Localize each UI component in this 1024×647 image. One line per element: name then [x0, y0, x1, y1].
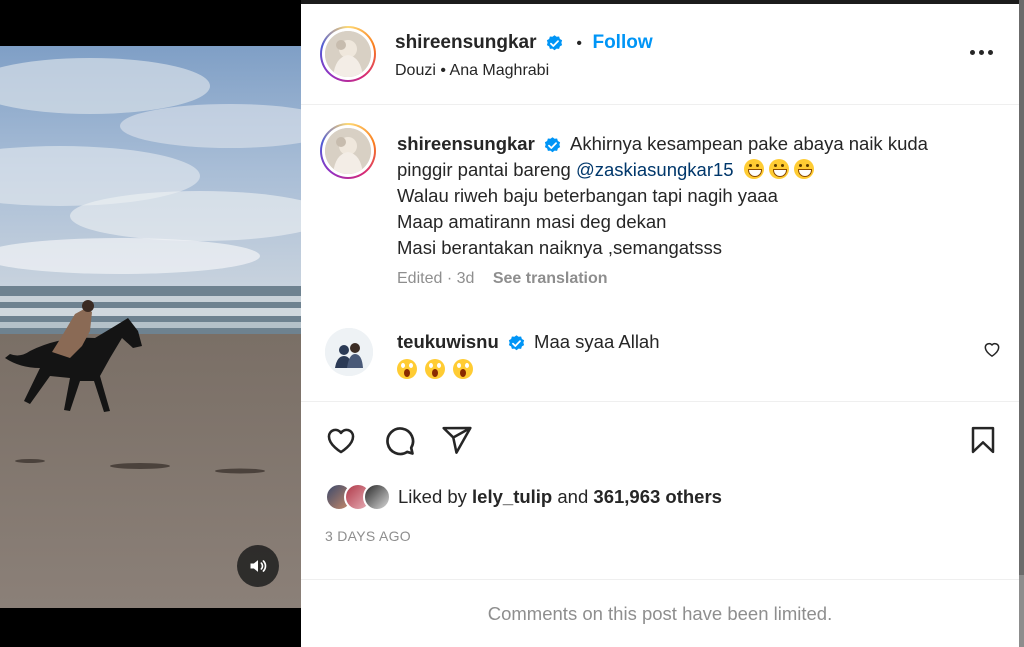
commenter-username[interactable]: teukuwisnu: [397, 331, 499, 352]
post-actions: Liked by lely_tulip and 361,963 others 3…: [301, 401, 1019, 580]
page-scrollbar[interactable]: [1019, 0, 1024, 575]
likes-connector: and: [557, 486, 589, 507]
caption-line-5: Masi berantakan naiknya ,semangatsss: [397, 237, 722, 258]
caption-line-4: Maap amatirann masi deg dekan: [397, 211, 667, 232]
verified-badge-icon: [546, 35, 563, 51]
post-details-panel: shireensungkar • Follow Douzi • Ana Magh…: [301, 4, 1019, 647]
commenter-avatar[interactable]: [325, 328, 373, 376]
comment-emojis: [397, 359, 473, 381]
likes-text: Liked by lely_tulip and 361,963 others: [398, 486, 722, 508]
post-media: [0, 0, 301, 647]
caption-meta: Edited · 3d See translation: [397, 270, 608, 288]
likes-summary: Liked by lely_tulip and 361,963 others: [325, 482, 722, 512]
grinning-squinting-face-icon: [743, 159, 764, 179]
see-translation-button[interactable]: See translation: [493, 270, 608, 287]
comment-like-heart-icon[interactable]: [982, 339, 1002, 359]
bookmark-icon: [971, 426, 995, 454]
audio-icon: [250, 560, 267, 572]
comments-limited-notice: Comments on this post have been limited.: [301, 579, 1019, 647]
comment-button[interactable]: [381, 422, 417, 458]
post-timestamp[interactable]: 3 DAYS AGO: [325, 528, 411, 544]
caption-line-3: Walau riweh baju beterbangan tapi nagih …: [397, 185, 778, 206]
more-options-icon: [969, 49, 975, 55]
follow-button[interactable]: Follow: [592, 32, 652, 53]
more-options-button[interactable]: [966, 39, 996, 65]
comment-text: Maa syaa Allah: [534, 331, 660, 352]
header-separator: •: [576, 35, 583, 52]
comments-section[interactable]: shireensungkar Akhirnya kesampean pake a…: [301, 105, 1019, 401]
caption-line-1: Akhirnya kesampean pake abaya naik kuda: [570, 133, 928, 154]
audio-toggle-button[interactable]: [237, 545, 279, 587]
comment-item: teukuwisnu Maa syaa Allah: [301, 325, 1019, 385]
audio-attribution[interactable]: Douzi • Ana Maghrabi: [395, 62, 549, 80]
mention-link[interactable]: @zaskiasungkar15: [576, 159, 734, 180]
backdrop-edge: [1019, 0, 1024, 647]
verified-badge-icon: [508, 334, 525, 350]
post-caption: shireensungkar Akhirnya kesampean pake a…: [397, 131, 987, 261]
save-button[interactable]: [965, 422, 1001, 458]
video-player[interactable]: [0, 46, 301, 608]
author-username[interactable]: shireensungkar: [395, 32, 537, 53]
grinning-squinting-face-icon: [793, 159, 814, 179]
liker-username[interactable]: lely_tulip: [472, 486, 552, 507]
verified-badge-icon: [544, 136, 561, 152]
face-screaming-in-fear-icon: [453, 359, 473, 379]
likes-count[interactable]: 361,963 others: [593, 486, 722, 507]
post-header: shireensungkar • Follow Douzi • Ana Magh…: [301, 4, 1019, 105]
caption-line-2: pinggir pantai bareng: [397, 159, 571, 180]
face-screaming-in-fear-icon: [425, 359, 445, 379]
edited-label: Edited · 3d: [397, 270, 475, 287]
grinning-squinting-face-icon: [768, 159, 789, 179]
liked-by-label: Liked by: [398, 486, 467, 507]
face-screaming-in-fear-icon: [397, 359, 417, 379]
liker-avatar: [363, 483, 391, 511]
more-options-icon: [978, 49, 984, 55]
comment-icon: [386, 427, 415, 456]
caption-author-username[interactable]: shireensungkar: [397, 133, 535, 154]
more-options-icon: [987, 49, 993, 55]
caption-author-avatar[interactable]: [320, 123, 376, 179]
like-button[interactable]: [323, 422, 359, 458]
heart-icon: [327, 428, 355, 454]
author-avatar[interactable]: [320, 26, 376, 82]
share-icon: [442, 426, 472, 454]
share-button[interactable]: [439, 422, 475, 458]
